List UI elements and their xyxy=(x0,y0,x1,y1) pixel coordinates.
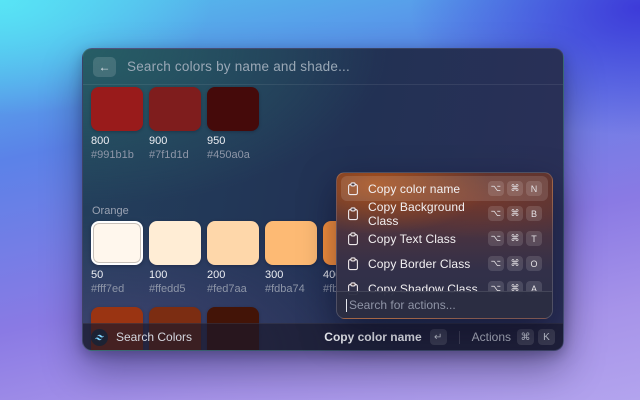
color-swatch-900[interactable] xyxy=(149,87,201,131)
hex-code: #7f1d1d xyxy=(149,149,201,161)
keycap: ⌥ xyxy=(488,231,504,246)
menu-item-label: Copy Border Class xyxy=(368,257,479,271)
color-swatch-cell: 50 #fff7ed xyxy=(91,221,143,295)
hex-code: #450a0a xyxy=(207,149,259,161)
menu-item[interactable]: Copy Text Class ⌥⌘T xyxy=(341,226,548,251)
menu-item[interactable]: Copy Background Class ⌥⌘B xyxy=(341,201,548,226)
color-swatch-cell: 950 #450a0a xyxy=(207,87,259,161)
menu-item-label: Copy Background Class xyxy=(368,200,479,228)
menu-item-label: Copy color name xyxy=(368,182,479,196)
color-swatch-950[interactable] xyxy=(207,87,259,131)
keycap: O xyxy=(526,256,542,271)
primary-action-label[interactable]: Copy color name xyxy=(324,330,421,344)
actions-label: Actions xyxy=(472,330,511,344)
red-swatch-row: 800 #991b1b 900 #7f1d1d 950 #450a0a xyxy=(91,87,259,161)
status-bar: Search Colors Copy color name ↵ Actions … xyxy=(83,323,563,350)
action-search-field[interactable]: Search for actions... xyxy=(337,291,552,318)
orange-swatch-row-1: 50#fff7ed100#ffedd5200#fed7aa300#fdba744… xyxy=(91,221,375,295)
keycap: ⌥ xyxy=(488,181,504,196)
keycap: B xyxy=(526,206,542,221)
return-key-icon: ↵ xyxy=(430,329,447,345)
color-swatch-100[interactable] xyxy=(149,221,201,265)
clipboard-icon xyxy=(347,232,359,246)
keycap: ⌘ xyxy=(507,206,523,221)
tailwind-logo-icon xyxy=(91,329,108,346)
action-menu-list: Copy color name⌥⌘NCopy Background Class⌥… xyxy=(341,176,548,301)
menu-item[interactable]: Copy color name ⌥⌘N xyxy=(341,176,548,201)
keycap: ⌘ xyxy=(507,256,523,271)
menu-item-label: Copy Text Class xyxy=(368,232,479,246)
text-caret xyxy=(346,299,347,312)
hex-code: #fdba74 xyxy=(265,283,317,295)
action-menu: Copy color name⌥⌘NCopy Background Class⌥… xyxy=(336,172,553,319)
keycap: ⌥ xyxy=(488,256,504,271)
clipboard-icon xyxy=(347,257,359,271)
shade-number: 100 xyxy=(149,269,201,281)
app-name: Search Colors xyxy=(116,330,192,344)
keycap: ⌘ xyxy=(517,329,534,345)
shortcut-keys: ⌥⌘N xyxy=(488,181,542,196)
clipboard-icon xyxy=(347,182,359,196)
color-swatch-200[interactable] xyxy=(207,221,259,265)
shade-number: 50 xyxy=(91,269,143,281)
hex-code: #991b1b xyxy=(91,149,143,161)
shade-number: 950 xyxy=(207,135,259,147)
shade-number: 900 xyxy=(149,135,201,147)
color-swatch-300[interactable] xyxy=(265,221,317,265)
shortcut-keys: ⌥⌘B xyxy=(488,206,542,221)
shortcut-keys: ⌥⌘O xyxy=(488,256,542,271)
search-bar: ← Search colors by name and shade... xyxy=(83,49,563,85)
shade-number: 200 xyxy=(207,269,259,281)
search-input[interactable]: Search colors by name and shade... xyxy=(127,59,350,74)
color-swatch-50[interactable] xyxy=(91,221,143,265)
shade-number: 800 xyxy=(91,135,143,147)
keycap: ⌘ xyxy=(507,181,523,196)
keycap: N xyxy=(526,181,542,196)
clipboard-icon xyxy=(347,207,359,221)
color-swatch-cell: 900 #7f1d1d xyxy=(149,87,201,161)
shortcut-keys: ⌥⌘T xyxy=(488,231,542,246)
action-search-placeholder: Search for actions... xyxy=(349,298,456,312)
actions-button[interactable]: Actions ⌘K xyxy=(472,329,555,345)
desktop-background: ← Search colors by name and shade... 800… xyxy=(0,0,640,400)
back-arrow-icon: ← xyxy=(99,57,111,77)
color-swatch-cell: 200 #fed7aa xyxy=(207,221,259,295)
hex-code: #fed7aa xyxy=(207,283,259,295)
hex-code: #ffedd5 xyxy=(149,283,201,295)
shade-number: 300 xyxy=(265,269,317,281)
menu-item[interactable]: Copy Border Class ⌥⌘O xyxy=(341,251,548,276)
color-swatch-800[interactable] xyxy=(91,87,143,131)
keycap: K xyxy=(538,329,555,345)
keycap: ⌥ xyxy=(488,206,504,221)
keycap: T xyxy=(526,231,542,246)
color-swatch-cell: 100 #ffedd5 xyxy=(149,221,201,295)
hex-code: #fff7ed xyxy=(91,283,143,295)
color-swatch-cell: 300 #fdba74 xyxy=(265,221,317,295)
color-swatch-cell: 800 #991b1b xyxy=(91,87,143,161)
keycap: ⌘ xyxy=(507,231,523,246)
back-button[interactable]: ← xyxy=(93,57,116,77)
status-bar-divider xyxy=(459,331,460,344)
orange-section-label: Orange xyxy=(92,205,129,217)
